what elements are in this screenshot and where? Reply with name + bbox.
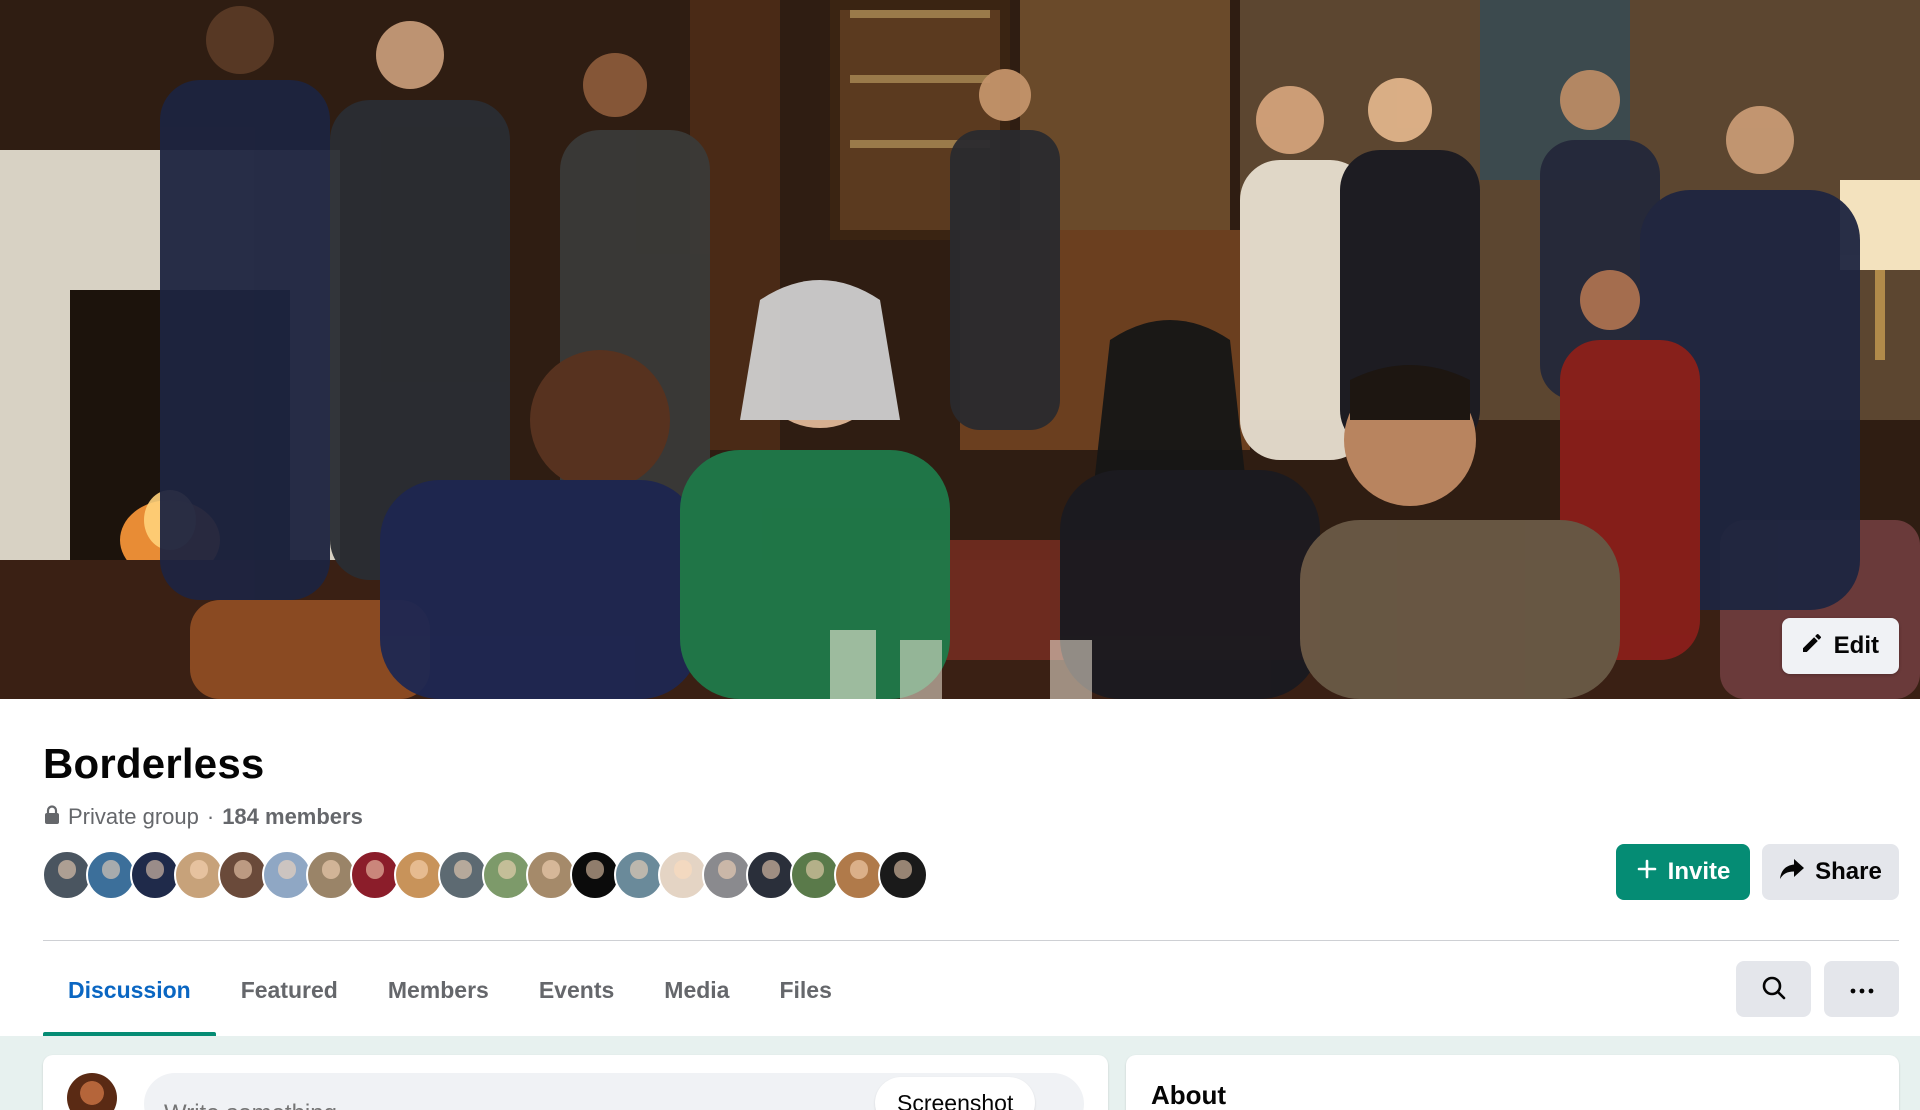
share-label: Share <box>1815 858 1882 885</box>
share-button[interactable]: Share <box>1762 844 1899 900</box>
more-icon <box>1850 982 1874 997</box>
invite-label: Invite <box>1667 858 1731 885</box>
member-avatar[interactable] <box>262 850 312 900</box>
privacy-label: Private group <box>68 804 199 829</box>
member-avatar[interactable] <box>570 850 620 900</box>
tab-members[interactable]: Members <box>363 945 514 1036</box>
header-divider <box>43 940 1899 941</box>
member-avatar[interactable] <box>702 850 752 900</box>
member-avatar[interactable] <box>394 850 444 900</box>
edit-label: Edit <box>1833 632 1879 659</box>
group-title: Borderless <box>43 740 265 787</box>
pencil-icon <box>1800 631 1824 662</box>
member-avatar[interactable] <box>614 850 664 900</box>
tab-events[interactable]: Events <box>514 945 639 1036</box>
member-avatars[interactable] <box>42 850 928 900</box>
member-avatar[interactable] <box>746 850 796 900</box>
search-icon <box>1761 975 1787 1004</box>
member-avatar[interactable] <box>878 850 928 900</box>
post-composer: Screenshot <box>43 1055 1108 1110</box>
group-tabs: Discussion Featured Members Events Media File… <box>43 945 857 1036</box>
screenshot-chip[interactable]: Screenshot <box>875 1077 1036 1110</box>
lock-icon <box>44 804 60 830</box>
member-avatar[interactable] <box>526 850 576 900</box>
member-avatar[interactable] <box>834 850 884 900</box>
member-avatar[interactable] <box>306 850 356 900</box>
tab-discussion[interactable]: Discussion <box>43 945 216 1036</box>
share-arrow-icon <box>1779 857 1805 888</box>
invite-button[interactable]: Invite <box>1616 844 1750 900</box>
about-title: About <box>1151 1080 1227 1110</box>
member-avatar[interactable] <box>482 850 532 900</box>
member-count[interactable]: 184 members <box>222 804 363 830</box>
tab-featured[interactable]: Featured <box>216 945 363 1036</box>
cover-scene <box>0 0 1920 699</box>
more-options-button[interactable] <box>1824 961 1899 1017</box>
tab-media[interactable]: Media <box>639 945 754 1036</box>
member-avatar[interactable] <box>218 850 268 900</box>
tab-files[interactable]: Files <box>754 945 856 1036</box>
plus-icon <box>1636 858 1658 887</box>
edit-cover-button[interactable]: Edit <box>1781 618 1899 674</box>
group-meta: Private group · 184 members <box>44 804 363 830</box>
member-avatar[interactable] <box>438 850 488 900</box>
user-avatar <box>67 1073 117 1110</box>
member-avatar[interactable] <box>86 850 136 900</box>
group-page: Edit Borderless Private group · 184 memb… <box>0 0 1920 1110</box>
about-card: About <box>1126 1055 1899 1110</box>
meta-separator: · <box>206 804 215 829</box>
member-avatar[interactable] <box>350 850 400 900</box>
member-avatar[interactable] <box>174 850 224 900</box>
search-button[interactable] <box>1736 961 1811 1017</box>
cover-photo: Edit <box>0 0 1920 699</box>
member-avatar[interactable] <box>790 850 840 900</box>
member-avatar[interactable] <box>130 850 180 900</box>
member-avatar[interactable] <box>42 850 92 900</box>
member-avatar[interactable] <box>658 850 708 900</box>
